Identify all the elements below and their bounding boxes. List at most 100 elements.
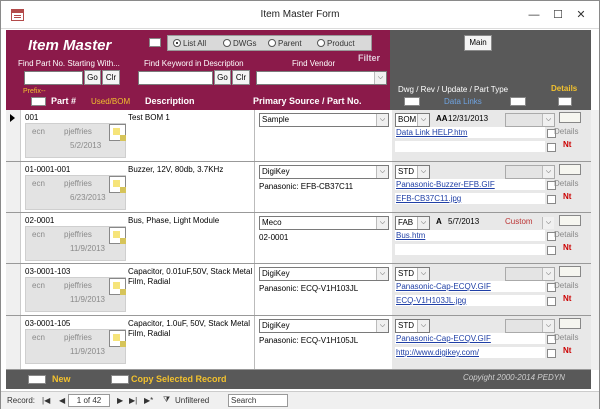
data-link-2[interactable] [395,141,545,152]
prev-record-button[interactable]: ◀ [59,396,65,405]
part-description[interactable]: Bus, Phase, Light Module [128,216,254,226]
last-record-button[interactable]: ▶| [129,396,137,405]
filter-toggle[interactable] [149,38,161,47]
part-number[interactable]: 03-0001-105 [25,319,70,328]
link-check-2[interactable] [547,246,556,255]
details-note-box[interactable] [559,318,581,329]
update-date[interactable]: 12/31/2013 [448,114,488,123]
record-selector[interactable] [6,316,21,369]
part-number[interactable]: 01-0001-001 [25,165,70,174]
notes-button[interactable]: Nt [563,346,571,355]
link-check-2[interactable] [547,195,556,204]
part-clr-button[interactable]: Clr [102,70,120,85]
ecn-label[interactable]: ecn [32,179,45,188]
part-type-dropdown[interactable]: BOM ⌵ [395,113,430,127]
note-icon[interactable] [109,330,126,347]
source-part-number[interactable]: Panasonic: ECQ-V1H105JL [259,336,358,345]
new-record-button[interactable]: New [52,374,71,384]
source-part-number[interactable]: Panasonic: ECQ-V1H103JL [259,284,358,293]
data-link-1[interactable]: Panasonic-Buzzer-EFB.GIF [395,179,545,190]
details-note-box[interactable] [559,164,581,175]
filter-state[interactable]: Unfiltered [175,396,209,405]
radio-parent[interactable]: Parent [268,39,302,51]
part-number[interactable]: 02-0001 [25,216,54,225]
first-record-button[interactable]: |◀ [42,396,50,405]
part-subtype-dropdown[interactable]: ⌵ [505,113,555,127]
details-box[interactable] [558,97,572,106]
data-link-1[interactable]: Data Link HELP.htm [395,127,545,138]
source-dropdown[interactable]: Meco ⌵ [259,216,389,230]
part-number[interactable]: 03-0001-103 [25,267,70,276]
nav-search-input[interactable]: Search [228,394,288,407]
record-position[interactable]: 1 of 42 [68,394,110,407]
new-record-nav-button[interactable]: ▶* [144,396,153,405]
details-button[interactable]: Details [554,127,578,136]
data-link-2[interactable] [395,244,545,255]
minimize-button[interactable]: — [523,6,545,24]
details-note-box[interactable] [559,266,581,277]
link-check-2[interactable] [547,143,556,152]
data-link-2[interactable]: http://www.digikey.com/ [395,347,545,358]
ecn-label[interactable]: ecn [32,230,45,239]
record-selector[interactable] [6,213,21,263]
data-link-2[interactable]: EFB-CB37C11.jpg [395,193,545,204]
part-search-input[interactable] [24,71,83,85]
new-record-box[interactable] [28,375,46,384]
copy-record-box[interactable] [111,375,129,384]
update-date[interactable]: 5/7/2013 [448,217,479,226]
radio-dwgs[interactable]: DWGs [223,39,257,51]
link-check-2[interactable] [547,349,556,358]
note-icon[interactable] [109,176,126,193]
vendor-dropdown[interactable]: ⌵ [256,71,387,85]
copy-record-button[interactable]: Copy Selected Record [131,374,227,384]
part-description[interactable]: Buzzer, 12V, 80db, 3.7KHz [128,165,254,175]
data-link-1[interactable]: Panasonic-Cap-ECQV.GIF [395,281,545,292]
close-button[interactable]: ✕ [570,6,592,24]
source-dropdown[interactable]: Sample ⌵ [259,113,389,127]
prefix-box[interactable] [31,97,46,106]
desc-search-input[interactable] [138,71,213,85]
desc-clr-button[interactable]: Clr [232,70,250,85]
part-type-dropdown[interactable]: FAB ⌵ [395,216,430,230]
source-dropdown[interactable]: DigiKey ⌵ [259,319,389,333]
part-go-button[interactable]: Go [84,70,101,85]
part-subtype-dropdown[interactable]: ⌵ [505,319,555,333]
part-subtype-dropdown[interactable]: ⌵ [505,165,555,179]
notes-button[interactable]: Nt [563,140,571,149]
part-subtype-dropdown[interactable]: ⌵ [505,267,555,281]
source-dropdown[interactable]: DigiKey ⌵ [259,267,389,281]
data-link-2[interactable]: ECQ-V1H103JL.jpg [395,295,545,306]
note-icon[interactable] [109,227,126,244]
source-dropdown[interactable]: DigiKey ⌵ [259,165,389,179]
record-selector[interactable] [6,110,21,161]
notes-button[interactable]: Nt [563,243,571,252]
part-subtype-dropdown[interactable]: ⌵ [505,216,555,230]
details-button[interactable]: Details [554,179,578,188]
record-selector[interactable] [6,264,21,315]
ecn-label[interactable]: ecn [32,127,45,136]
note-icon[interactable] [109,124,126,141]
next-record-button[interactable]: ▶ [117,396,123,405]
part-type-dropdown[interactable]: STD ⌵ [395,319,430,333]
scrollbar[interactable] [591,110,599,370]
dwg-box[interactable] [404,97,420,106]
details-note-box[interactable] [559,215,581,226]
data-link-1[interactable]: Panasonic-Cap-ECQV.GIF [395,333,545,344]
part-description[interactable]: Capacitor, 0.01uF,50V, Stack Metal Film,… [128,267,254,287]
source-part-number[interactable]: 02-0001 [259,233,288,242]
part-description[interactable]: Test BOM 1 [128,113,254,123]
main-button[interactable]: Main [464,35,492,51]
data-link-1[interactable]: Bus.htm [395,230,545,241]
desc-go-button[interactable]: Go [214,70,231,85]
part-type-dropdown[interactable]: STD ⌵ [395,165,430,179]
link-check-2[interactable] [547,297,556,306]
notes-button[interactable]: Nt [563,294,571,303]
notes-button[interactable]: Nt [563,192,571,201]
radio-product[interactable]: Product [317,39,355,51]
radio-list-all[interactable]: List All [173,39,206,51]
links-box[interactable] [510,97,526,106]
record-selector[interactable] [6,162,21,212]
note-icon[interactable] [109,278,126,295]
part-description[interactable]: Capacitor, 1.0uF, 50V, Stack Metal Film,… [128,319,254,339]
details-note-box[interactable] [559,112,581,123]
